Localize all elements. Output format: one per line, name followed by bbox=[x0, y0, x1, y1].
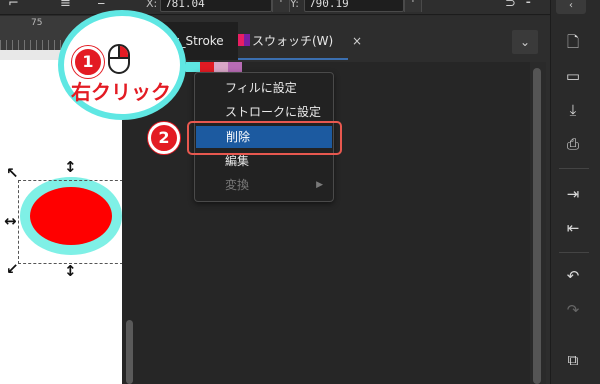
tab-underline bbox=[238, 58, 348, 60]
separator bbox=[559, 168, 589, 169]
swatch-purple[interactable] bbox=[228, 62, 242, 72]
redo-icon[interactable]: ↷ bbox=[563, 300, 583, 320]
tab-close-icon[interactable]: × bbox=[352, 22, 362, 60]
save-icon[interactable]: ⤓ bbox=[563, 100, 583, 120]
menu-item-set-fill[interactable]: フィルに設定 bbox=[195, 77, 333, 99]
unit-icon[interactable]: ⁃ bbox=[525, 0, 532, 11]
new-document-icon[interactable]: 🗋 bbox=[563, 32, 583, 52]
menu-item-label: ストロークに設定 bbox=[225, 105, 322, 119]
distribute-icon[interactable]: ⎯ bbox=[98, 0, 105, 11]
submenu-arrow-icon: ▶ bbox=[316, 180, 323, 190]
align-icon[interactable]: ≡ bbox=[60, 0, 71, 11]
scroll-thumb[interactable] bbox=[126, 320, 133, 384]
open-folder-icon[interactable]: ▭ bbox=[563, 66, 583, 86]
ruler-tick-label: 75 bbox=[31, 18, 43, 28]
swatch-red[interactable] bbox=[200, 62, 214, 72]
selection-box bbox=[18, 180, 123, 264]
scale-handle-topleft-icon[interactable]: ↖ bbox=[6, 166, 19, 181]
scale-handle-left-icon[interactable]: ↔ bbox=[4, 214, 17, 229]
duplicate-icon[interactable]: ⧉ bbox=[563, 350, 583, 370]
export-icon[interactable]: ⇤ bbox=[563, 218, 583, 238]
commands-top-button[interactable]: ‹ bbox=[556, 0, 586, 14]
separator bbox=[559, 252, 589, 253]
undo-icon[interactable]: ↶ bbox=[563, 266, 583, 286]
mouse-divider bbox=[110, 57, 128, 59]
mouse-right-click-icon bbox=[108, 44, 130, 74]
panel-tabs: My_Stroke スウォッチ(W) × bbox=[150, 22, 550, 60]
swatch-pink[interactable] bbox=[214, 62, 228, 72]
import-icon[interactable]: ⇥ bbox=[563, 184, 583, 204]
menu-item-set-stroke[interactable]: ストロークに設定 bbox=[195, 101, 333, 123]
step-1-badge: 1 bbox=[72, 46, 104, 78]
y-field[interactable]: 790.19 bbox=[304, 0, 404, 12]
highlight-outline bbox=[187, 121, 342, 155]
menu-item-label: 変換 bbox=[225, 178, 250, 192]
tool-icon[interactable]: ⌐ bbox=[8, 0, 19, 11]
swatch-scroll-thumb[interactable] bbox=[533, 68, 541, 384]
scale-handle-bottomleft-icon[interactable]: ↙ bbox=[6, 262, 19, 277]
menu-item-label: フィルに設定 bbox=[225, 81, 297, 95]
y-stepper[interactable]: + bbox=[404, 0, 422, 12]
menu-item-convert: 変換 ▶ bbox=[195, 174, 333, 196]
x-field[interactable]: 781.04 bbox=[160, 0, 272, 12]
x-label: X: bbox=[146, 0, 158, 10]
panel-menu-button[interactable]: ⌄ bbox=[512, 30, 538, 54]
swatches-icon bbox=[238, 34, 250, 46]
tab-swatches-label: スウォッチ(W) bbox=[252, 34, 334, 48]
y-label: Y: bbox=[290, 0, 299, 10]
lock-icon[interactable]: ⊃ bbox=[505, 0, 516, 11]
x-stepper[interactable]: + bbox=[272, 0, 290, 12]
step-2-badge: 2 bbox=[148, 122, 180, 154]
scale-handle-top-icon[interactable]: ↕ bbox=[64, 160, 77, 175]
step-1-text: 右クリック bbox=[71, 80, 171, 104]
commands-bar: 🗋 ▭ ⤓ ⎙ ⇥ ⇤ ↶ ↷ ⧉ bbox=[550, 0, 600, 384]
menu-item-label: 編集 bbox=[225, 154, 250, 168]
app-window: ⌐ ≡ ⎯ X: 781.04 + Y: 790.19 + ⊃ ⁃ 75 ↕ ↕… bbox=[0, 0, 600, 384]
top-toolbar: ⌐ ≡ ⎯ X: 781.04 + Y: 790.19 + ⊃ ⁃ bbox=[0, 0, 600, 15]
print-icon[interactable]: ⎙ bbox=[563, 134, 583, 154]
tab-swatches[interactable]: スウォッチ(W) bbox=[238, 22, 350, 60]
scale-handle-bottom-icon[interactable]: ↕ bbox=[64, 264, 77, 279]
swatch-vscroll[interactable] bbox=[530, 62, 546, 384]
